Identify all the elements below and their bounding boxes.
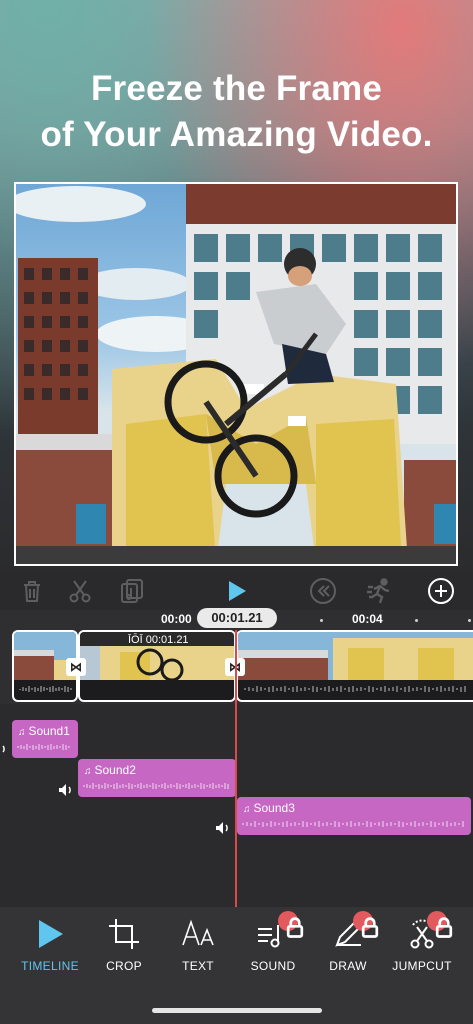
sound-waveform <box>17 744 70 750</box>
speed-icon[interactable] <box>366 577 394 605</box>
tab-jumpcut[interactable]: JUMPCUT <box>383 911 461 981</box>
trash-icon[interactable] <box>18 577 46 605</box>
tab-sound[interactable]: SOUND <box>234 911 312 981</box>
clip-thumbnail <box>238 632 473 680</box>
speaker-icon[interactable] <box>58 783 74 797</box>
tab-draw[interactable]: DRAW <box>309 911 387 981</box>
current-time-badge: 00:01.21 <box>197 608 277 628</box>
clip-audio-waveform <box>244 686 466 692</box>
lock-icon <box>278 911 304 938</box>
tab-timeline[interactable]: TIMELINE <box>11 917 89 981</box>
rewind-icon[interactable] <box>309 577 337 605</box>
lock-icon <box>353 911 379 938</box>
clip-duration-label: 00:01.21 <box>145 634 189 646</box>
sound-clip-2[interactable]: ♫ Sound2 <box>78 759 236 797</box>
sound-waveform <box>242 821 464 827</box>
video-clip-3[interactable] <box>236 630 473 702</box>
headline-line-1: Freeze the Frame <box>90 69 383 108</box>
freeze-frame-icon: ĪŌĪ <box>128 634 146 646</box>
headline-line-2: of Your Amazing Video. <box>40 115 433 154</box>
ruler-tick <box>468 619 471 622</box>
speaker-icon[interactable] <box>215 821 231 835</box>
tab-label: DRAW <box>329 959 367 973</box>
play-icon <box>33 917 67 951</box>
transition-icon[interactable]: ⋈ <box>66 658 86 676</box>
sound-clip-label: ♫ Sound1 <box>18 724 70 738</box>
tab-label: JUMPCUT <box>392 959 452 973</box>
bmx-rider-image <box>16 184 456 564</box>
promo-banner: Freeze the Frame of Your Amazing Video. <box>0 0 473 572</box>
clip-audio-waveform <box>19 686 72 692</box>
sound-clip-3[interactable]: ♫ Sound3 <box>237 797 471 835</box>
scissors-icon[interactable] <box>66 577 94 605</box>
tab-crop[interactable]: CROP <box>85 917 163 981</box>
music-file-icon[interactable] <box>118 577 146 605</box>
add-icon[interactable] <box>427 577 455 605</box>
tab-label: CROP <box>106 959 142 973</box>
tab-label: TEXT <box>182 959 214 973</box>
bottom-tab-bar: TIMELINE CROP TEXT SOUND DRAW JUMPCUT <box>0 907 473 1024</box>
play-icon[interactable] <box>222 577 250 605</box>
promo-headline: Freeze the Frame of Your Amazing Video. <box>0 66 473 158</box>
crop-icon <box>107 917 141 951</box>
sound-clip-label: ♫ Sound2 <box>84 763 136 777</box>
edit-toolbar <box>0 572 473 610</box>
playhead[interactable] <box>235 630 237 907</box>
music-note-icon: ♫ <box>18 727 26 738</box>
lock-icon <box>427 911 453 938</box>
tab-label: SOUND <box>250 959 296 973</box>
tab-label: TIMELINE <box>21 959 79 973</box>
video-preview[interactable] <box>14 182 458 566</box>
ruler-start-label: 00:00 <box>161 612 192 626</box>
sound-waveform <box>83 783 229 789</box>
ruler-mark-label: 00:04 <box>352 612 383 626</box>
music-note-icon: ♫ <box>243 804 251 815</box>
tab-text[interactable]: TEXT <box>159 917 237 981</box>
ruler-tick <box>320 619 323 622</box>
jumpcut-scissors-icon <box>405 911 453 951</box>
sound-clip-1[interactable]: ♫ Sound1 <box>12 720 78 758</box>
speaker-icon[interactable] <box>0 742 8 756</box>
home-indicator[interactable] <box>152 1008 322 1013</box>
video-clip-2-selected[interactable]: ĪŌĪ 00:01.21 <box>78 630 236 702</box>
ruler-tick <box>415 619 418 622</box>
music-note-icon: ♫ <box>84 766 92 777</box>
text-icon <box>181 917 215 951</box>
sound-clip-label: ♫ Sound3 <box>243 801 295 815</box>
pen-icon <box>331 911 379 951</box>
clip-freeze-duration: ĪŌĪ 00:01.21 <box>128 634 189 646</box>
music-list-icon <box>256 911 304 951</box>
